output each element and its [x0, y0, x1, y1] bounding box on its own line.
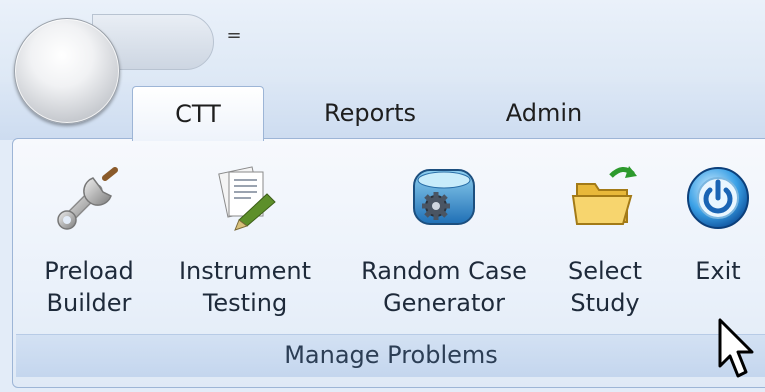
exit-label: Exit	[695, 257, 741, 285]
preload-builder-label-line2: Builder	[46, 289, 132, 317]
quick-access-dropdown-button[interactable]: =	[226, 24, 242, 48]
power-icon	[687, 167, 749, 229]
mouse-cursor-icon	[718, 318, 754, 378]
folder-arrow-icon	[571, 166, 637, 225]
tab-reports[interactable]: Reports	[300, 86, 440, 140]
tab-ctt[interactable]: CTT	[132, 86, 264, 141]
instrument-testing-button[interactable]: Instrument Testing	[160, 152, 330, 332]
tab-admin[interactable]: Admin	[484, 86, 604, 140]
generator-gear-icon	[413, 169, 475, 225]
select-study-button[interactable]: Select Study	[555, 152, 655, 332]
instrument-testing-label-line2: Testing	[202, 289, 288, 317]
random-case-generator-label-line2: Generator	[383, 289, 505, 317]
random-case-generator-button[interactable]: Random Case Generator	[344, 152, 544, 332]
preload-builder-button[interactable]: Preload Builder	[30, 152, 148, 332]
select-study-label-line1: Select	[567, 257, 643, 285]
exit-button[interactable]: Exit	[672, 152, 764, 332]
documents-pen-icon	[218, 166, 276, 231]
instrument-testing-label-line1: Instrument	[178, 257, 312, 285]
ribbon-group-label: Manage Problems	[284, 341, 498, 369]
wrench-icon	[57, 167, 118, 230]
select-study-label-line2: Study	[570, 289, 640, 317]
application-orb-button[interactable]	[14, 18, 120, 124]
random-case-generator-label-line1: Random Case	[361, 257, 527, 285]
preload-builder-label-line1: Preload	[44, 257, 134, 285]
